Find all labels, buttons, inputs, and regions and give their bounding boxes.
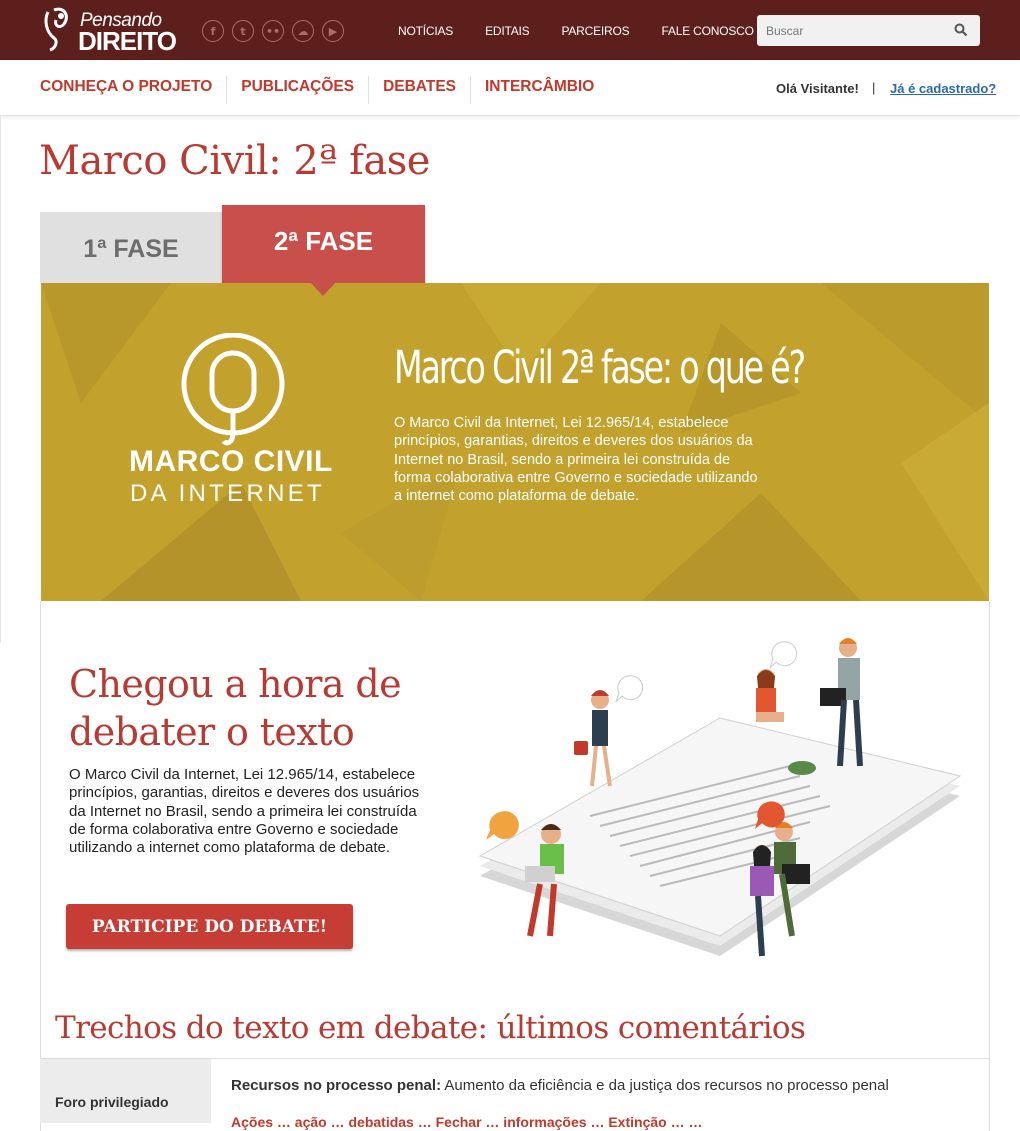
comment-row-title: Recursos no processo penal: [231, 1077, 442, 1094]
comments-category-cell [40, 1059, 211, 1123]
top-nav: NOTÍCIAS EDITAIS PARCEIROS FALE CONOSCO [398, 24, 754, 38]
search-icon[interactable] [954, 23, 968, 37]
nav-partners[interactable]: PARCEIROS [561, 24, 629, 38]
active-tab-pointer [310, 282, 336, 296]
tab-phase-2[interactable]: 2ª FASE [222, 205, 425, 283]
soundcloud-icon[interactable]: ☁ [292, 20, 314, 42]
search-input[interactable] [757, 15, 947, 46]
debate-description: O Marco Civil da Internet, Lei 12.965/14… [69, 766, 420, 857]
debate-heading-line-1: Chegou a hora de [69, 662, 402, 706]
user-separator: | [872, 80, 876, 95]
nav-news[interactable]: NOTÍCIAS [398, 24, 453, 38]
logo-text-bottom: DIREITO [78, 26, 177, 56]
nav-publications[interactable]: PUBLICAÇÕES [227, 76, 370, 104]
facebook-icon[interactable]: f [202, 20, 224, 42]
nav-exchange[interactable]: INTERCÂMBIO [471, 76, 608, 104]
main-nav: CONHEÇA O PROJETO PUBLICAÇÕES DEBATES IN… [0, 60, 1020, 116]
social-links: f t •• ☁ ▶ [202, 20, 344, 42]
search-box [757, 15, 980, 46]
site-logo[interactable]: Pensando DIREITO [40, 4, 177, 56]
nav-debates[interactable]: DEBATES [369, 76, 471, 104]
login-link[interactable]: Já é cadastrado? [890, 81, 996, 96]
join-debate-button[interactable]: PARTICIPE DO DEBATE! [66, 904, 353, 949]
comments-heading: Trechos do texto em debate: últimos come… [55, 1010, 806, 1046]
banner-description: O Marco Civil da Internet, Lei 12.965/14… [394, 415, 758, 505]
user-greeting: Olá Visitante! [776, 81, 859, 96]
flickr-icon[interactable]: •• [262, 20, 284, 42]
banner-logo-title: MARCO CIVIL [129, 445, 333, 478]
comment-row-links[interactable]: Ações … ação … debatidas … Fechar … info… [231, 1114, 702, 1130]
tab-phase-1[interactable]: 1ª FASE [40, 212, 222, 283]
top-bar: Pensando DIREITO f t •• ☁ ▶ NOTÍCIAS EDI… [0, 0, 1020, 60]
debate-heading-line-2: debater o texto [69, 710, 355, 754]
banner-logo-subtitle: DA INTERNET [130, 480, 325, 507]
page-title: Marco Civil: 2ª fase [39, 138, 430, 184]
twitter-icon[interactable]: t [232, 20, 254, 42]
comments-category-label[interactable]: Foro privilegiado [55, 1094, 169, 1110]
phase-banner: MARCO CIVIL DA INTERNET Marco Civil 2ª f… [41, 283, 989, 601]
left-border [0, 116, 1, 643]
nav-contact[interactable]: FALE CONOSCO [661, 24, 753, 38]
nav-notices[interactable]: EDITAIS [485, 24, 530, 38]
comment-row-description: Aumento da eficiência e da justiça dos r… [441, 1077, 889, 1094]
logo-mark-icon [44, 7, 68, 52]
banner-heading: Marco Civil 2ª fase: o que é? [394, 341, 806, 394]
comment-row[interactable]: Recursos no processo penal: Aumento da e… [231, 1077, 889, 1094]
youtube-icon[interactable]: ▶ [322, 20, 344, 42]
debate-illustration [478, 638, 962, 957]
nav-project[interactable]: CONHEÇA O PROJETO [40, 76, 228, 104]
debate-heading: Chegou a hora de debater o texto [69, 660, 402, 756]
